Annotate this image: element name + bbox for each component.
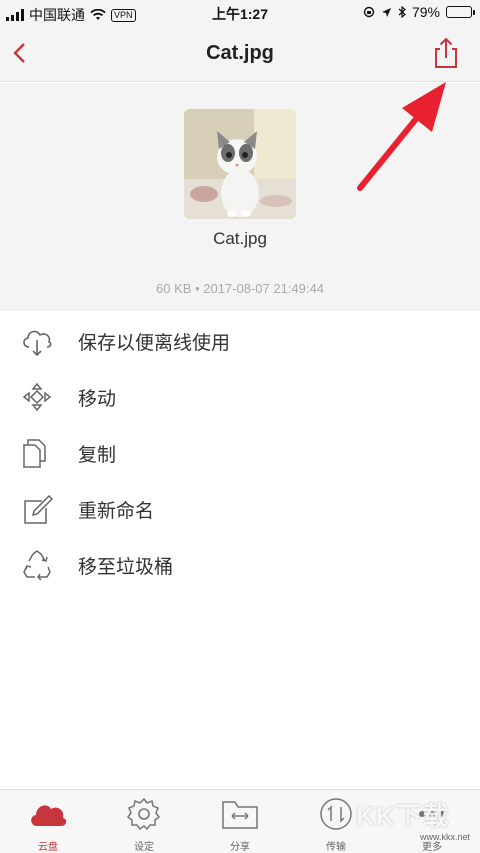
tab-label: 分享 [230, 842, 250, 853]
action-list: 保存以便离线使用 移动 复制 重新命名 移至垃圾桶 [0, 312, 480, 592]
tab-cloud-drive[interactable]: 云盘 [0, 790, 96, 853]
page-title: Cat.jpg [206, 42, 274, 64]
battery-icon [446, 6, 475, 18]
back-button[interactable] [10, 38, 40, 70]
action-move[interactable]: 移动 [0, 368, 480, 424]
action-label: 移动 [78, 389, 117, 410]
share-button[interactable] [430, 36, 462, 70]
bluetooth-icon [398, 6, 406, 18]
share-icon [435, 37, 457, 68]
gear-icon [126, 797, 161, 831]
transfer-icon [320, 798, 352, 830]
action-label: 重新命名 [78, 501, 155, 522]
status-bar: 中国联通 VPN 上午1:27 79% [0, 0, 480, 26]
cloud-icon [31, 805, 67, 826]
location-icon [381, 7, 391, 17]
rename-edit-icon [24, 494, 54, 524]
recycle-icon [23, 550, 51, 581]
status-bar-right: 79% [363, 4, 475, 20]
share-folder-icon [222, 801, 258, 829]
file-meta: 60 KB • 2017-08-07 21:49:44 [156, 281, 324, 296]
action-label: 保存以便离线使用 [78, 333, 231, 354]
action-label: 移至垃圾桶 [78, 557, 174, 578]
navigation-bar: Cat.jpg [0, 26, 480, 82]
tab-label: 传输 [326, 842, 346, 853]
tab-settings[interactable]: 设定 [96, 790, 192, 853]
action-move-to-trash[interactable]: 移至垃圾桶 [0, 536, 480, 592]
annotation-arrow [357, 82, 446, 191]
tab-label: 设定 [134, 842, 154, 853]
action-save-offline[interactable]: 保存以便离线使用 [0, 312, 480, 368]
orientation-lock-icon [363, 6, 375, 18]
watermark-logo: KK下载 [356, 801, 450, 831]
action-rename[interactable]: 重新命名 [0, 480, 480, 536]
move-arrows-icon [22, 382, 52, 412]
cloud-download-icon [23, 330, 52, 357]
chevron-left-icon [13, 43, 25, 63]
tab-share[interactable]: 分享 [192, 790, 288, 853]
battery-percent: 79% [411, 4, 440, 20]
watermark-url: www.kkx.net [420, 832, 471, 842]
tab-label: 云盘 [38, 842, 58, 853]
cat-photo-thumbnail [184, 109, 296, 219]
action-label: 复制 [78, 445, 117, 466]
file-name: Cat.jpg [213, 229, 267, 248]
copy-icon [23, 439, 46, 468]
file-thumbnail[interactable] [184, 109, 296, 219]
action-copy[interactable]: 复制 [0, 424, 480, 480]
